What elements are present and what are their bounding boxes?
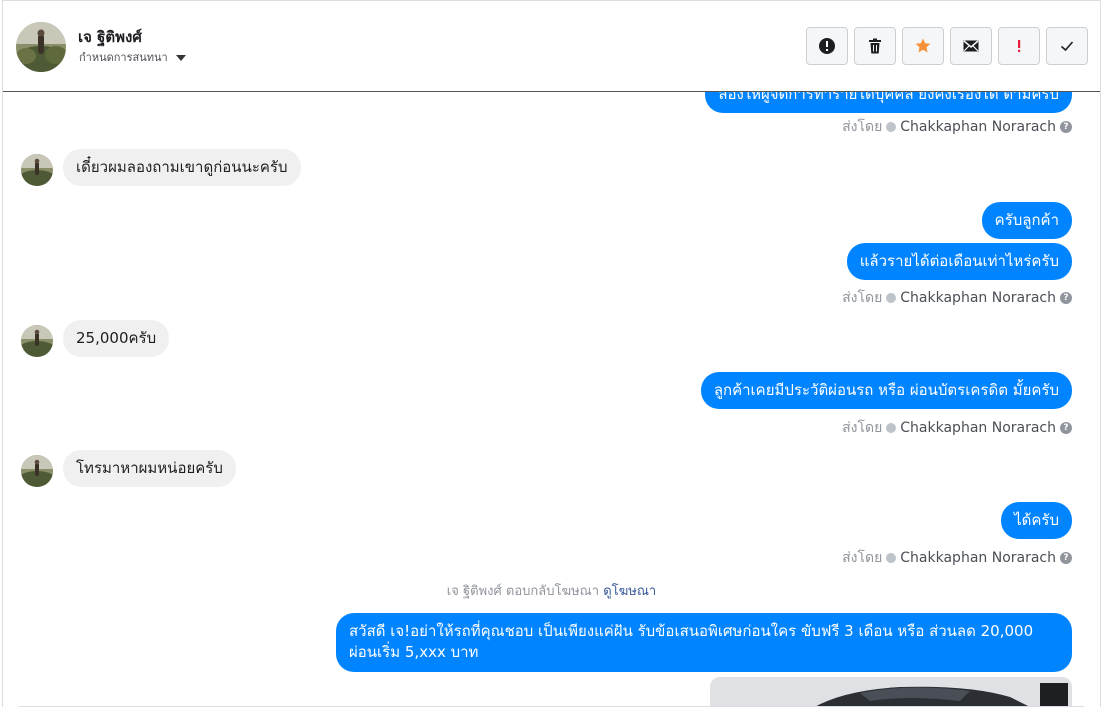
sent-by-prefix: ส่งโดย bbox=[842, 290, 883, 306]
contact-avatar[interactable] bbox=[16, 22, 66, 72]
incoming-message: เดี๋ยวผมลองถามเขาดูก่อนนะครับ bbox=[63, 149, 301, 186]
contact-avatar-small bbox=[21, 455, 53, 487]
agent-name: Chakkaphan Norarach bbox=[900, 290, 1056, 306]
help-icon[interactable]: ? bbox=[1060, 422, 1072, 434]
agent-name: Chakkaphan Norarach bbox=[900, 420, 1056, 436]
agent-name: Chakkaphan Norarach bbox=[900, 550, 1056, 566]
sent-by-prefix: ส่งโดย bbox=[842, 420, 883, 436]
ad-reply-text: เจ ฐิติพงศ์ ตอบกลับโฆษณา bbox=[446, 584, 600, 599]
sent-by-prefix: ส่งโดย bbox=[842, 119, 883, 135]
sent-by-label: ส่งโดย Chakkaphan Norarach ? bbox=[842, 116, 1072, 138]
sent-by-label: ส่งโดย Chakkaphan Norarach ? bbox=[842, 547, 1072, 569]
delete-button[interactable] bbox=[854, 27, 896, 65]
ad-image[interactable] bbox=[710, 677, 1072, 707]
help-icon[interactable]: ? bbox=[1060, 121, 1072, 133]
page-badge-icon bbox=[886, 293, 897, 303]
sent-by-prefix: ส่งโดย bbox=[842, 550, 883, 566]
assignment-label: กำหนดการสนทนา bbox=[79, 51, 168, 64]
sent-by-label: ส่งโดย Chakkaphan Norarach ? bbox=[842, 417, 1072, 439]
help-icon[interactable]: ? bbox=[1060, 552, 1072, 564]
incoming-message: 25,000ครับ bbox=[63, 320, 170, 357]
outgoing-message: ได้ครับ bbox=[1001, 502, 1072, 539]
star-icon bbox=[915, 38, 931, 53]
follow-up-button[interactable] bbox=[998, 27, 1040, 65]
envelope-icon bbox=[963, 40, 979, 52]
mark-unread-button[interactable] bbox=[950, 27, 992, 65]
outgoing-message: ครับลูกค้า bbox=[981, 202, 1072, 239]
action-toolbar bbox=[806, 27, 1088, 65]
exclamation-circle-icon bbox=[819, 38, 835, 54]
outgoing-message: ลองให้ผู้จัดการทำรายได้บุคคล ยังคงเรื่อง… bbox=[705, 92, 1072, 113]
outgoing-ad-message: สวัสดี เจ!อย่าให้รถที่คุณชอบ เป็นเพียงแค… bbox=[336, 613, 1072, 672]
message-thread[interactable]: ลองให้ผู้จัดการทำรายได้บุคคล ยังคงเรื่อง… bbox=[3, 92, 1100, 707]
outgoing-message: ลูกค้าเคยมีประวัติผ่อนรถ หรือ ผ่อนบัตรเค… bbox=[700, 372, 1072, 409]
contact-avatar-small bbox=[21, 154, 53, 186]
contact-name: เจ ฐิติพงศ์ bbox=[78, 28, 142, 46]
trash-icon bbox=[869, 38, 881, 54]
page-badge-icon bbox=[886, 553, 897, 563]
sent-by-label: ส่งโดย Chakkaphan Norarach ? bbox=[842, 287, 1072, 309]
outgoing-message: แล้วรายได้ต่อเดือนเท่าไหร่ครับ bbox=[846, 243, 1072, 280]
contact-avatar-small bbox=[21, 325, 53, 357]
help-icon[interactable]: ? bbox=[1060, 292, 1072, 304]
page-badge-icon bbox=[886, 122, 897, 132]
page-badge-icon bbox=[886, 423, 897, 433]
conversation-panel: เจ ฐิติพงศ์ กำหนดการสนทนา ลองให้ผู้จัดกา… bbox=[2, 0, 1101, 707]
exclamation-icon bbox=[1018, 40, 1021, 52]
incoming-message: โทรมาหาผมหน่อยครับ bbox=[63, 450, 236, 487]
conversation-header: เจ ฐิติพงศ์ กำหนดการสนทนา bbox=[3, 1, 1100, 92]
check-icon bbox=[1060, 41, 1074, 52]
caret-down-icon bbox=[175, 54, 186, 61]
view-ad-link[interactable]: ดูโฆษณา bbox=[603, 584, 656, 599]
spam-button[interactable] bbox=[806, 27, 848, 65]
agent-name: Chakkaphan Norarach bbox=[900, 119, 1056, 135]
ad-reply-notice: เจ ฐิติพงศ์ ตอบกลับโฆษณา ดูโฆษณา bbox=[3, 580, 1100, 601]
conversation-assignment-dropdown[interactable]: กำหนดการสนทนา bbox=[79, 48, 186, 66]
star-button[interactable] bbox=[902, 27, 944, 65]
mark-done-button[interactable] bbox=[1046, 27, 1088, 65]
